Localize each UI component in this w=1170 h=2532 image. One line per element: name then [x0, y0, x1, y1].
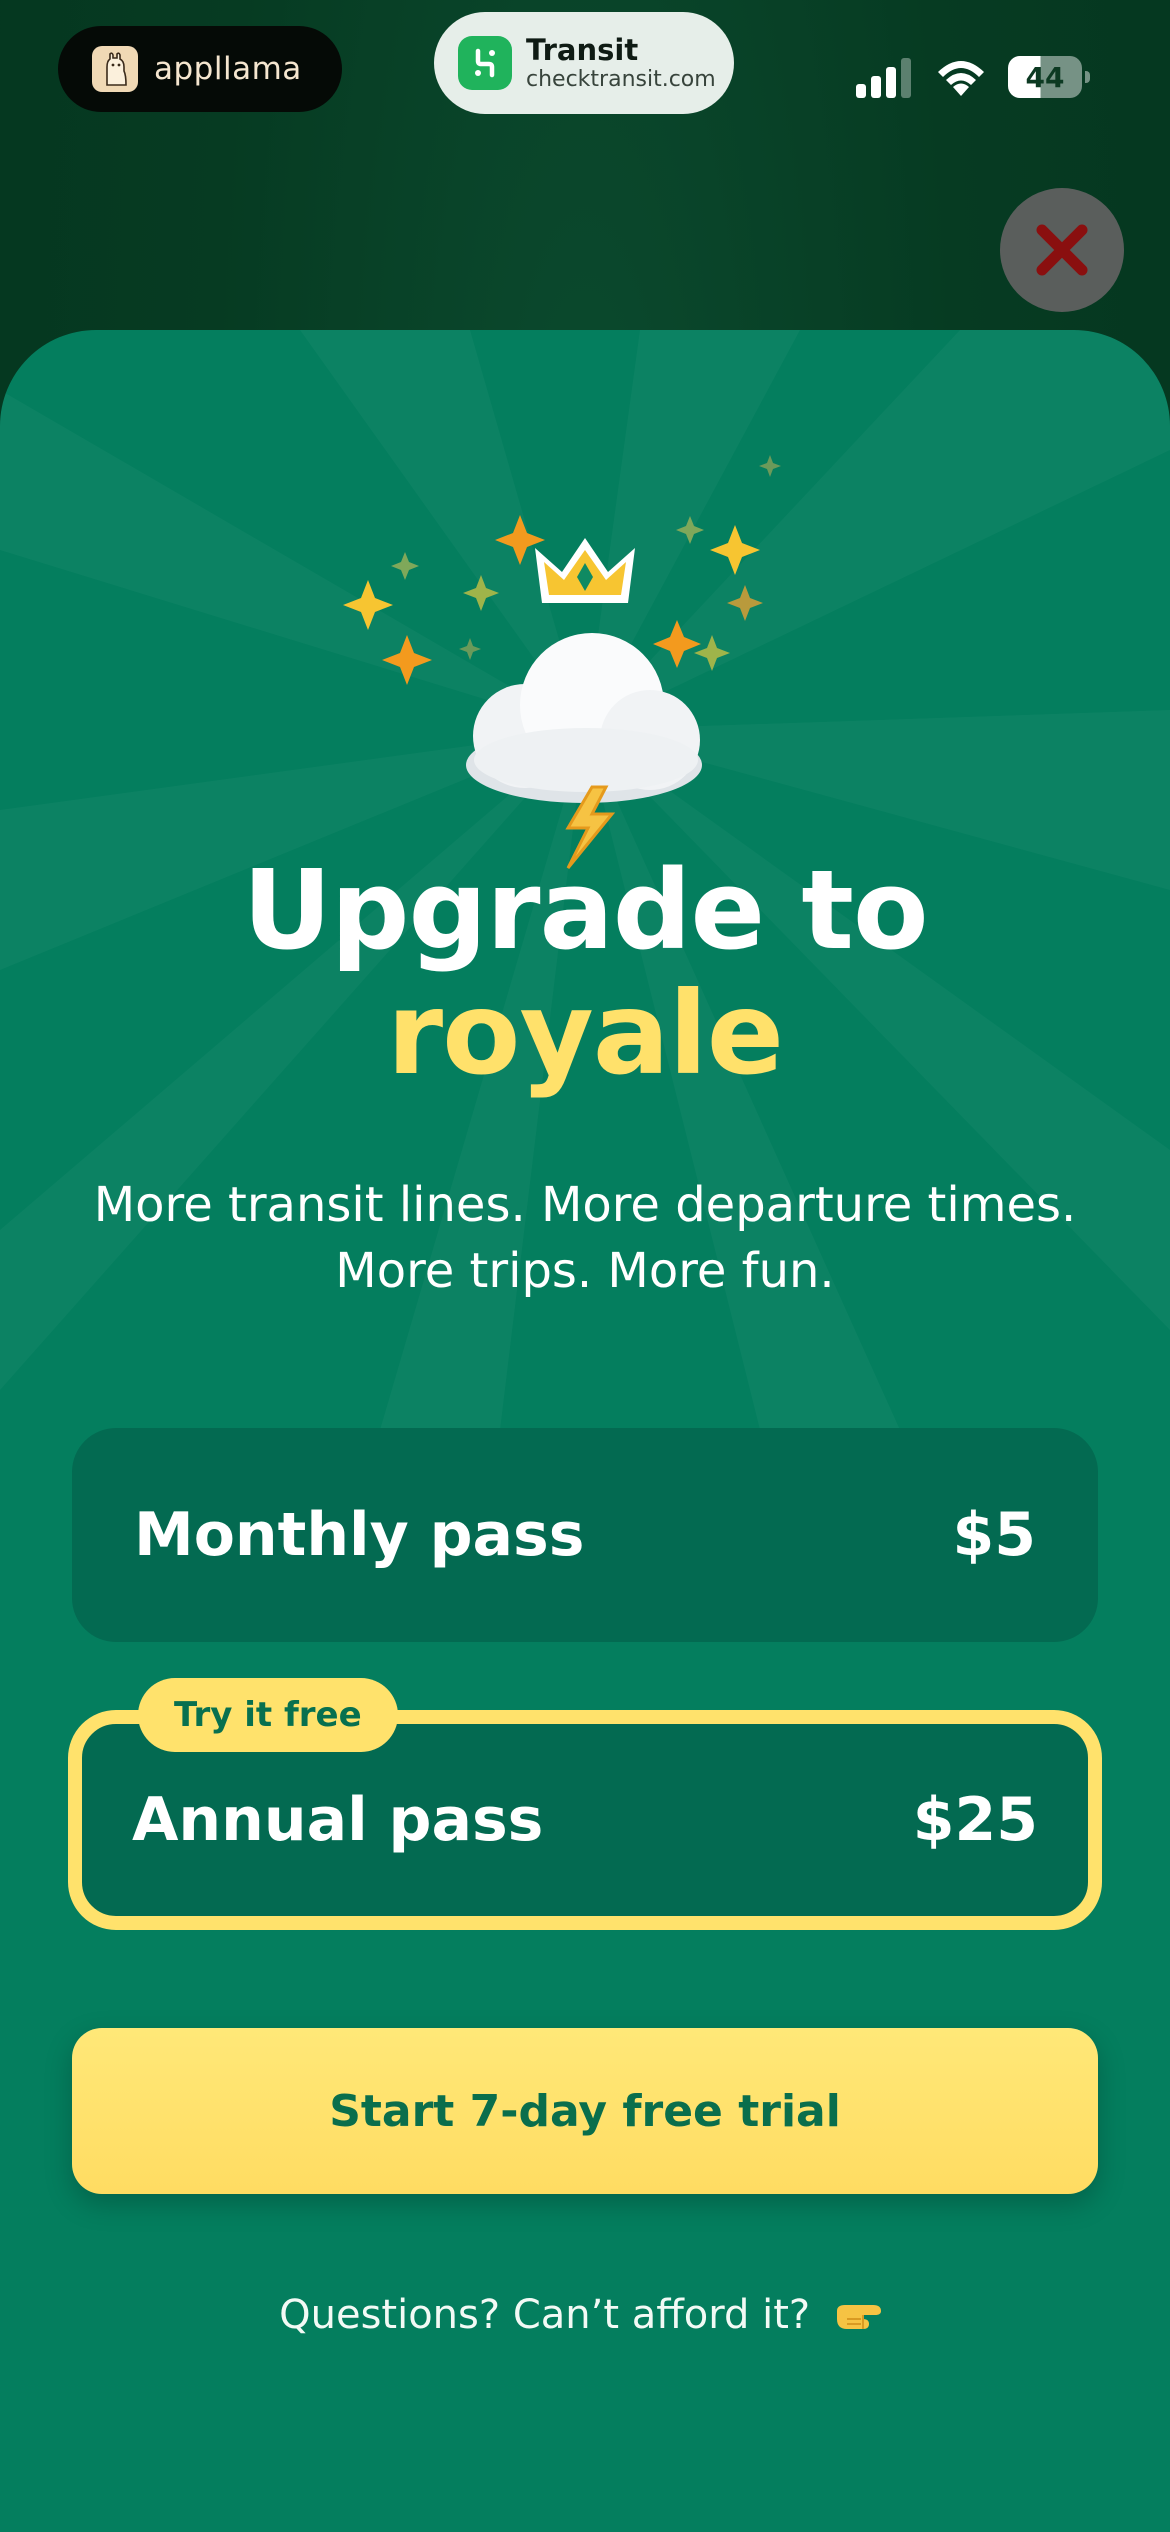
headline-line-2: royale — [386, 967, 784, 1100]
transit-text: Transit checktransit.com — [526, 35, 716, 91]
plan-name: Monthly pass — [134, 1500, 585, 1570]
hero-illustration — [343, 455, 781, 869]
plan-price: $25 — [912, 1785, 1038, 1855]
transit-logo-icon — [458, 36, 512, 90]
battery-body: 44 — [1008, 56, 1082, 98]
plan-price: $5 — [952, 1500, 1037, 1570]
crown-icon — [535, 538, 635, 603]
try-free-badge: Try it free — [138, 1678, 398, 1752]
wifi-icon — [938, 61, 984, 96]
battery-indicator: 44 — [1008, 56, 1090, 98]
headline-line-1: Upgrade to — [242, 846, 928, 974]
llama-logo-icon — [92, 46, 138, 92]
plan-name: Annual pass — [132, 1785, 544, 1855]
cellular-signal-icon — [856, 58, 911, 98]
battery-cap — [1085, 71, 1090, 83]
battery-level: 44 — [1025, 60, 1065, 94]
appllama-label: appllama — [154, 51, 302, 87]
close-button[interactable] — [1000, 188, 1124, 312]
headline: Upgrade to royale — [0, 846, 1170, 1100]
help-link[interactable]: Questions? Can’t afford it? — [0, 2292, 1170, 2338]
close-x-icon — [1036, 224, 1088, 276]
help-link-label: Questions? Can’t afford it? — [279, 2292, 811, 2338]
status-bar: appllama Transit checktransit.com 44 — [0, 0, 1170, 150]
paywall-sheet: Upgrade to royale More transit lines. Mo… — [0, 330, 1170, 2532]
storm-cloud-icon — [466, 633, 702, 869]
start-trial-button[interactable]: Start 7-day free trial — [72, 2028, 1098, 2194]
appllama-pill[interactable]: appllama — [58, 26, 342, 112]
subtitle-line-2: More trips. More fun. — [335, 1243, 835, 1299]
pointing-hand-icon — [836, 2305, 881, 2329]
transit-title: Transit — [526, 33, 639, 68]
transit-pill[interactable]: Transit checktransit.com — [434, 12, 734, 114]
plan-option-monthly[interactable]: Monthly pass $5 — [72, 1428, 1098, 1642]
subtitle-line-1: More transit lines. More departure times… — [93, 1177, 1077, 1233]
subtitle: More transit lines. More departure times… — [40, 1172, 1130, 1304]
transit-url: checktransit.com — [526, 66, 716, 92]
